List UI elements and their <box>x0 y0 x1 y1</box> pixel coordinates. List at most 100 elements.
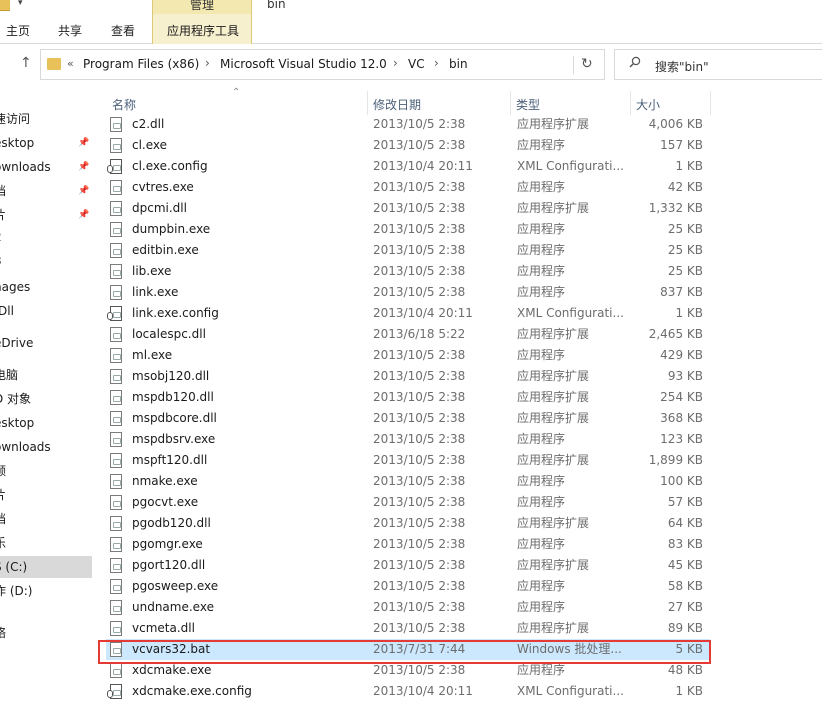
file-row[interactable]: cvtres.exe 2013/10/5 2:38 应用程序 42 KB <box>106 177 710 198</box>
file-row[interactable]: cl.exe.config 2013/10/4 20:11 XML Configur… <box>106 156 710 177</box>
exe-icon <box>110 579 122 594</box>
nav-item[interactable]: D 对象 <box>0 388 92 410</box>
nav-item[interactable]: 片 📌 <box>0 204 92 226</box>
breadcrumb-separator-icon[interactable]: › <box>393 56 398 70</box>
nav-item[interactable]: 档 📌 <box>0 180 92 202</box>
file-row[interactable]: xdcmake.exe 2013/10/5 2:38 应用程序 48 KB <box>106 660 710 681</box>
file-size: 42 KB <box>667 180 703 194</box>
file-row[interactable]: msobj120.dll 2013/10/5 2:38 应用程序扩展 93 KB <box>106 366 710 387</box>
file-row[interactable]: pgort120.dll 2013/10/5 2:38 应用程序扩展 45 KB <box>106 555 710 576</box>
column-type[interactable]: 类型 <box>516 96 540 113</box>
file-row[interactable]: nmake.exe 2013/10/5 2:38 应用程序 100 KB <box>106 471 710 492</box>
tab-view[interactable]: 查看 <box>111 22 135 39</box>
file-row[interactable]: link.exe.config 2013/10/4 20:11 XML Config… <box>106 303 710 324</box>
nav-item[interactable]: 档 <box>0 508 92 530</box>
column-divider[interactable] <box>630 91 631 115</box>
column-size[interactable]: 大小 <box>636 96 660 113</box>
file-type: XML Configurati... <box>517 159 624 173</box>
file-row[interactable]: mspdbcore.dll 2013/10/5 2:38 应用程序扩展 368 KB <box>106 408 710 429</box>
nav-item[interactable]: esktop <box>0 412 92 434</box>
file-type: 应用程序扩展 <box>517 621 590 635</box>
search-box[interactable]: 搜索"bin" <box>614 49 822 80</box>
nav-item-label: nages <box>0 280 31 294</box>
column-divider[interactable] <box>710 91 711 115</box>
nav-item[interactable]: 乐 <box>0 532 92 554</box>
tab-share[interactable]: 共享 <box>58 22 82 39</box>
nav-item[interactable]: 作 (D:) <box>0 580 92 602</box>
breadcrumb-visual-studio[interactable]: Microsoft Visual Studio 12.0 <box>220 57 387 71</box>
file-row[interactable]: mspdb120.dll 2013/10/5 2:38 应用程序扩展 254 KB <box>106 387 710 408</box>
folder-icon[interactable] <box>0 0 10 11</box>
nav-item[interactable]: 络 <box>0 622 92 644</box>
file-row[interactable]: pgodb120.dll 2013/10/5 2:38 应用程序扩展 64 KB <box>106 513 710 534</box>
pin-icon[interactable]: 📌 <box>78 156 89 178</box>
nav-item[interactable]: 电脑 <box>0 364 92 386</box>
file-row[interactable]: pgosweep.exe 2013/10/5 2:38 应用程序 58 KB <box>106 576 710 597</box>
file-type: 应用程序扩展 <box>517 327 590 341</box>
address-divider <box>573 56 574 74</box>
file-type: 应用程序扩展 <box>517 201 590 215</box>
file-row[interactable]: pgocvt.exe 2013/10/5 2:38 应用程序 57 KB <box>106 492 710 513</box>
nav-item[interactable]: nages <box>0 276 92 298</box>
nav-item-label: S (C:) <box>0 560 28 574</box>
up-arrow-icon[interactable]: ↑ <box>20 55 32 71</box>
file-row[interactable]: vcmeta.dll 2013/10/5 2:38 应用程序扩展 89 KB <box>106 618 710 639</box>
file-row[interactable]: dpcmi.dll 2013/10/5 2:38 应用程序扩展 1,332 KB <box>106 198 710 219</box>
pin-icon[interactable]: 📌 <box>78 132 89 154</box>
nav-item[interactable] <box>0 602 92 624</box>
navigation-row: ↑ « Program Files (x86) › Microsoft Visu… <box>0 44 822 86</box>
nav-item[interactable]: ownloads <box>0 436 92 458</box>
nav-item[interactable]: S (C:) <box>0 556 92 578</box>
file-row[interactable]: xdcmake.exe.config 2013/10/4 20:11 XML Con… <box>106 681 710 702</box>
file-row[interactable]: undname.exe 2013/10/5 2:38 应用程序 27 KB <box>106 597 710 618</box>
file-row[interactable]: ml.exe 2013/10/5 2:38 应用程序 429 KB <box>106 345 710 366</box>
column-divider[interactable] <box>367 91 368 115</box>
column-modified[interactable]: 修改日期 <box>373 96 421 113</box>
refresh-icon[interactable]: ↻ <box>581 56 593 72</box>
nav-item[interactable]: ownloads 📌 <box>0 156 92 178</box>
nav-item[interactable]: /Dll <box>0 300 92 322</box>
nav-item[interactable]: 3 <box>0 250 92 272</box>
breadcrumb-separator-icon[interactable]: › <box>434 56 439 70</box>
file-name: lib.exe <box>132 264 172 278</box>
file-size: 368 KB <box>660 411 703 425</box>
nav-item[interactable]: 片 <box>0 484 92 506</box>
tab-application-tools[interactable]: 应用程序工具 <box>152 14 252 44</box>
file-row[interactable]: dumpbin.exe 2013/10/5 2:38 应用程序 25 KB <box>106 219 710 240</box>
column-divider[interactable] <box>510 91 511 115</box>
file-row[interactable]: cl.exe 2013/10/5 2:38 应用程序 157 KB <box>106 135 710 156</box>
search-input[interactable]: 搜索"bin" <box>655 58 709 75</box>
breadcrumb-vc[interactable]: VC <box>408 57 425 71</box>
pin-icon[interactable]: 📌 <box>78 204 89 226</box>
nav-item[interactable]: esktop 📌 <box>0 132 92 154</box>
file-row[interactable]: link.exe 2013/10/5 2:38 应用程序 837 KB <box>106 282 710 303</box>
file-row[interactable]: editbin.exe 2013/10/5 2:38 应用程序 25 KB <box>106 240 710 261</box>
nav-item[interactable]: 2 <box>0 226 92 248</box>
breadcrumb-bin[interactable]: bin <box>449 57 468 71</box>
file-row[interactable]: localespc.dll 2013/6/18 5:22 应用程序扩展 2,465 K… <box>106 324 710 345</box>
column-name[interactable]: 名称 <box>112 96 136 113</box>
address-bar[interactable]: « Program Files (x86) › Microsoft Visual… <box>40 49 605 80</box>
tab-home[interactable]: 主页 <box>6 22 30 39</box>
pin-icon[interactable]: 📌 <box>78 180 89 202</box>
file-type: 应用程序 <box>517 495 566 509</box>
breadcrumb-program-files-x86[interactable]: Program Files (x86) <box>83 57 199 71</box>
exe-icon <box>110 243 122 258</box>
file-row[interactable]: lib.exe 2013/10/5 2:38 应用程序 25 KB <box>106 261 710 282</box>
file-row[interactable]: mspdbsrv.exe 2013/10/5 2:38 应用程序 123 KB <box>106 429 710 450</box>
file-modified: 2013/10/5 2:38 <box>373 558 466 572</box>
tab-application-tools-label: 应用程序工具 <box>167 24 240 38</box>
quick-access-dropdown-icon[interactable]: ▾ <box>18 0 23 8</box>
dll-icon <box>110 621 122 636</box>
address-overflow[interactable]: « <box>67 57 74 70</box>
file-name: localespc.dll <box>132 327 206 341</box>
file-row[interactable]: c2.dll 2013/10/5 2:38 应用程序扩展 4,006 KB <box>106 114 710 135</box>
nav-item[interactable]: 速访问 <box>0 108 92 130</box>
file-row[interactable]: vcvars32.bat 2013/7/31 7:44 Windows 批处理...… <box>106 639 710 660</box>
file-row[interactable]: pgomgr.exe 2013/10/5 2:38 应用程序 83 KB <box>106 534 710 555</box>
file-modified: 2013/10/5 2:38 <box>373 495 466 509</box>
file-row[interactable]: mspft120.dll 2013/10/5 2:38 应用程序扩展 1,899 KB <box>106 450 710 471</box>
nav-item[interactable]: 频 <box>0 460 92 482</box>
breadcrumb-separator-icon[interactable]: › <box>205 56 210 70</box>
nav-item[interactable]: eDrive <box>0 332 92 354</box>
